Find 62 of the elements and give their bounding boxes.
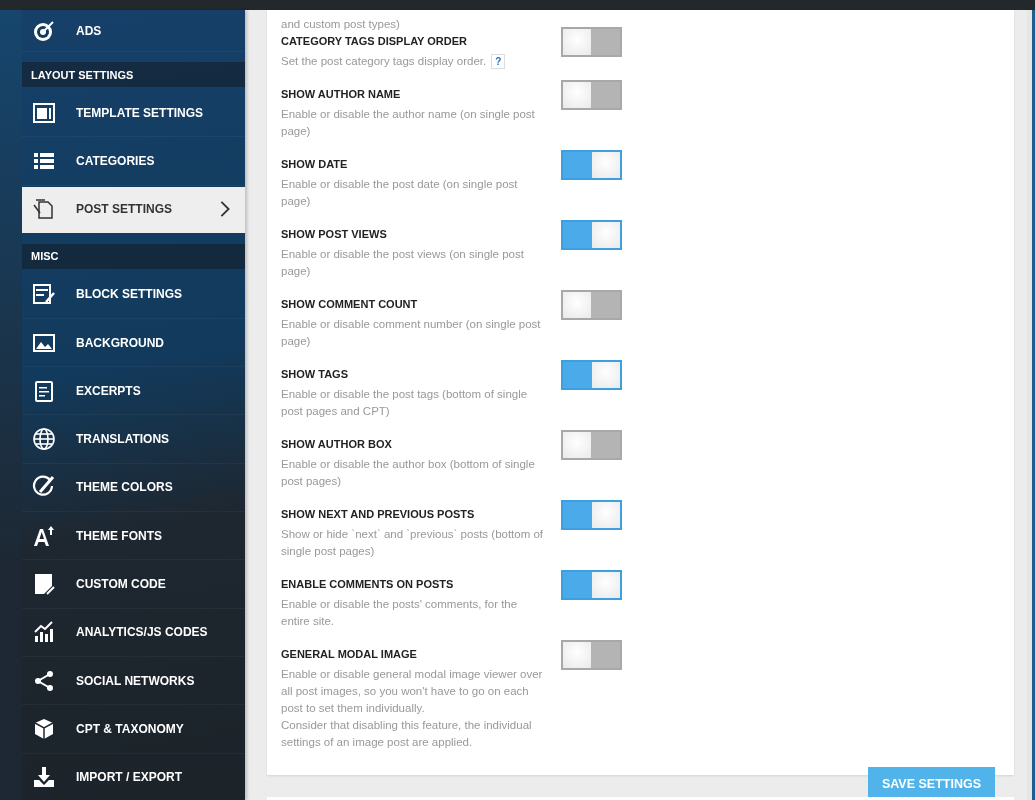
- toggle-switch[interactable]: [561, 27, 622, 57]
- target-icon: [32, 18, 56, 43]
- setting-title: SHOW DATE: [281, 157, 349, 172]
- sidebar-item[interactable]: CATEGORIES: [22, 137, 245, 186]
- setting-description: Enable or disable the posts' comments, for the entire site.: [281, 597, 519, 629]
- toggle-switch[interactable]: [561, 640, 622, 670]
- clipboard-icon: [32, 378, 56, 403]
- setting-description: Set the post category tags display order.: [281, 54, 487, 69]
- sidebar-item[interactable]: ADS: [22, 10, 245, 52]
- sidebar-item[interactable]: THEME COLORS: [22, 463, 245, 513]
- sidebar-item[interactable]: CPT & TAXONOMY: [22, 705, 245, 754]
- note-pencil-icon: [32, 572, 56, 596]
- toggle-switch[interactable]: [561, 570, 622, 600]
- sidebar-item[interactable]: POST SETTINGS: [22, 186, 245, 233]
- sidebar-item[interactable]: BACKGROUND: [22, 318, 245, 368]
- chevron-right-icon: [219, 200, 231, 219]
- section-heading: LAYOUT SETTINGS: [31, 68, 134, 81]
- setting-description: and custom post types): [281, 17, 401, 32]
- setting-title: SHOW AUTHOR NAME: [281, 87, 402, 102]
- setting-description: Show or hide `next` and `previous` posts (bottom of single post pages): [281, 527, 545, 559]
- setting-description: Enable or disable comment number (on single post page): [281, 317, 542, 349]
- setting-title: SHOW POST VIEWS: [281, 227, 388, 242]
- setting-title: SHOW TAGS: [281, 367, 349, 382]
- setting-title: ENABLE COMMENTS ON POSTS: [281, 577, 455, 592]
- setting-description: Enable or disable the author name (on single post page): [281, 107, 536, 139]
- help-button[interactable]: ?: [491, 54, 506, 69]
- sidebar-item[interactable]: IMPORT / EXPORT: [22, 753, 245, 800]
- setting-title: SHOW AUTHOR BOX: [281, 437, 393, 452]
- setting-description: Enable or disable general modal image viewer over all post images, so you won't have to go on each post to set them individually.: [281, 667, 544, 716]
- toggle-switch[interactable]: [561, 290, 622, 320]
- table-pencil-icon: [32, 282, 56, 307]
- setting-description: Enable or disable the post date (on single post page): [281, 177, 519, 209]
- toggle-switch[interactable]: [561, 430, 622, 460]
- toggle-switch[interactable]: [561, 500, 622, 530]
- section-heading: MISC: [31, 250, 59, 263]
- toggle-switch[interactable]: [561, 80, 622, 110]
- setting-title: GENERAL MODAL IMAGE: [281, 647, 418, 662]
- sidebar-item[interactable]: CUSTOM CODE: [22, 560, 245, 609]
- sidebar-item[interactable]: EXCERPTS: [22, 367, 245, 416]
- setting-title: CATEGORY TAGS DISPLAY ORDER: [281, 34, 468, 49]
- layout-icon: [32, 100, 56, 125]
- chart-icon: [32, 620, 56, 645]
- cube-icon: [32, 716, 56, 741]
- toggle-switch[interactable]: [561, 360, 622, 390]
- sidebar-item[interactable]: THEME FONTS: [22, 512, 245, 561]
- setting-title: SHOW NEXT AND PREVIOUS POSTS: [281, 507, 476, 522]
- sidebar-item[interactable]: SOCIAL NETWORKS: [22, 656, 245, 706]
- sidebar-item[interactable]: TEMPLATE SETTINGS: [22, 89, 245, 138]
- sidebar-item[interactable]: ANALYTICS/JS CODES: [22, 608, 245, 657]
- sidebar-item[interactable]: TRANSLATIONS: [22, 415, 245, 464]
- download-icon: [32, 765, 56, 790]
- setting-description: Enable or disable the post tags (bottom of single post pages and CPT): [281, 387, 529, 419]
- toggle-switch[interactable]: [561, 150, 622, 180]
- globe-icon: [32, 427, 56, 452]
- toggle-switch[interactable]: [561, 220, 622, 250]
- setting-title: SHOW COMMENT COUNT: [281, 297, 419, 312]
- share-icon: [32, 668, 56, 693]
- setting-description: Enable or disable the author box (bottom of single post pages): [281, 457, 536, 489]
- documents-pencil-icon: [32, 197, 56, 222]
- setting-description: Enable or disable the post views (on single post page): [281, 247, 525, 279]
- setting-note: Consider that disabling this feature, the individual settings of an image post are applied.: [281, 718, 533, 750]
- sidebar-item[interactable]: BLOCK SETTINGS: [22, 270, 245, 319]
